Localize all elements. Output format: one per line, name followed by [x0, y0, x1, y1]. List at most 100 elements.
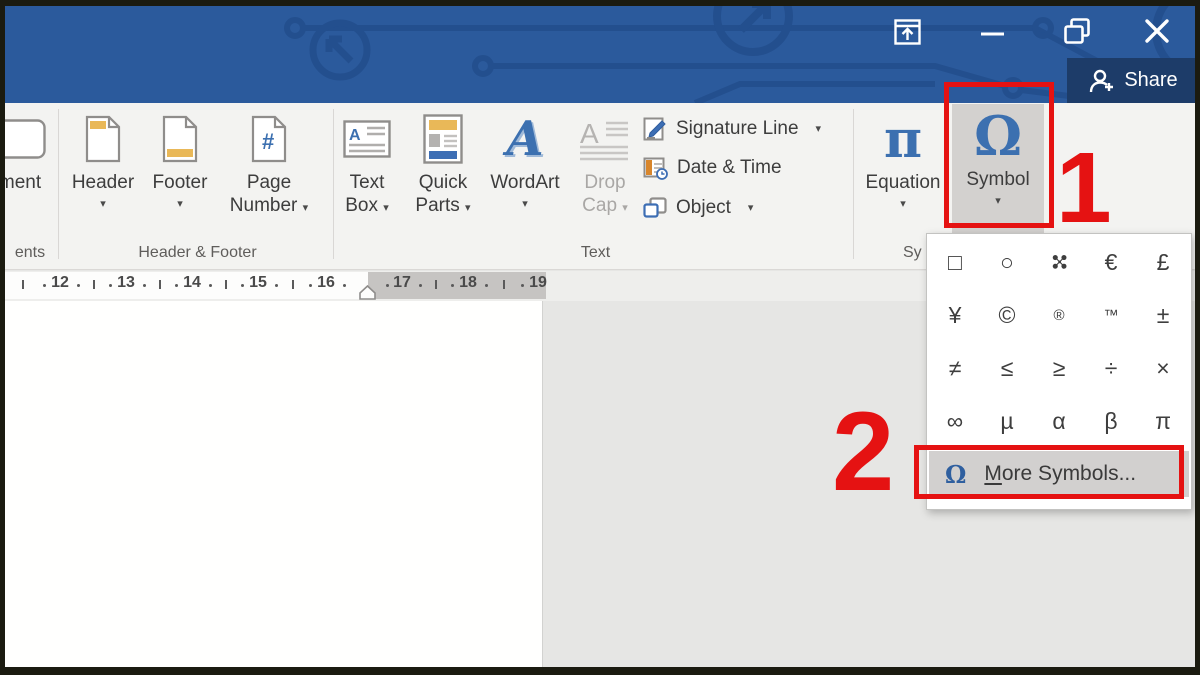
page-number-button[interactable]: # Page Number ▾ — [212, 107, 326, 239]
ruler-number: 16 — [317, 274, 335, 292]
ruler-tick — [435, 280, 437, 289]
ruler-number: 13 — [117, 274, 135, 292]
symbol-cell[interactable]: £ — [1137, 236, 1189, 289]
text-box-label-line1: Text — [350, 172, 385, 193]
header-footer-group-label: Header & Footer — [65, 244, 330, 262]
ruler-dot — [309, 284, 312, 287]
symbol-cell[interactable]: ∞ — [929, 395, 981, 448]
frame-right — [1195, 0, 1200, 675]
equation-label: Equation — [865, 172, 940, 193]
ruler-dot — [109, 284, 112, 287]
symbol-cell[interactable]: ™ — [1085, 289, 1137, 342]
symbol-cell[interactable]: α — [1033, 395, 1085, 448]
annotation-digit-step2: 2 — [832, 396, 894, 508]
drop-cap-label-line2: Cap — [582, 195, 617, 216]
ruler-dot — [386, 284, 389, 287]
date-time-button[interactable]: Date & Time — [643, 151, 782, 185]
footer-button[interactable]: Footer ▾ — [144, 107, 216, 239]
restore-button[interactable] — [1060, 15, 1094, 47]
footer-dropdown-arrow: ▾ — [177, 198, 183, 210]
signature-line-button[interactable]: Signature Line ▾ — [643, 112, 821, 146]
quick-parts-label-line2: Parts — [415, 195, 459, 216]
page-number-icon: # — [251, 115, 287, 163]
group-separator — [58, 109, 59, 259]
restore-icon — [1064, 18, 1091, 44]
symbol-cell[interactable]: □ — [929, 236, 981, 289]
minimize-button[interactable] — [975, 18, 1009, 50]
header-icon — [85, 115, 121, 163]
equation-dropdown-arrow: ▾ — [900, 198, 906, 210]
page-number-label-line2: Number — [230, 195, 298, 216]
ruler-dot — [485, 284, 488, 287]
symbol-cell[interactable]: ÷ — [1085, 342, 1137, 395]
symbol-cell[interactable]: ≥ — [1033, 342, 1085, 395]
minimize-icon — [981, 31, 1004, 37]
frame-top — [0, 0, 1200, 6]
object-button[interactable]: Object ▾ — [643, 191, 753, 225]
close-icon — [1144, 18, 1170, 44]
ruler-number: 15 — [249, 274, 267, 292]
comment-button-label: ment — [0, 172, 41, 193]
symbol-cell[interactable]: ± — [1137, 289, 1189, 342]
symbol-cell[interactable]: × — [1137, 342, 1189, 395]
symbol-cell[interactable]: β — [1085, 395, 1137, 448]
text-box-icon: A — [343, 120, 391, 158]
ruler-dot — [175, 284, 178, 287]
symbol-cell[interactable]: ¥ — [929, 289, 981, 342]
svg-text:A: A — [580, 118, 599, 149]
object-label: Object — [676, 197, 731, 219]
drop-cap-label-line1: Drop — [584, 172, 625, 193]
signature-line-dropdown-arrow: ▾ — [816, 122, 822, 136]
frame-left — [0, 0, 5, 675]
ruler-dot — [521, 284, 524, 287]
comment-icon — [0, 119, 46, 159]
symbol-cell[interactable]: µ — [981, 395, 1033, 448]
signature-line-icon — [643, 117, 667, 141]
ruler-number: 12 — [51, 274, 69, 292]
quick-parts-icon — [423, 114, 463, 164]
ruler-dot — [343, 284, 346, 287]
drop-cap-dropdown-arrow: ▾ — [622, 202, 628, 214]
ruler-number: 17 — [393, 274, 411, 292]
wordart-label: WordArt — [490, 172, 559, 193]
text-box-dropdown-arrow: ▾ — [383, 202, 389, 214]
quick-parts-button[interactable]: Quick Parts ▾ — [405, 107, 481, 239]
symbol-cell[interactable]: π — [1137, 395, 1189, 448]
ruler-tick — [93, 280, 95, 289]
svg-text:#: # — [262, 129, 274, 154]
group-separator — [333, 109, 334, 259]
footer-label: Footer — [153, 172, 208, 193]
symbol-cell[interactable]: ≤ — [981, 342, 1033, 395]
equation-pi-icon: π — [884, 109, 922, 170]
ruler-tick — [22, 280, 24, 289]
drop-cap-button[interactable]: A Drop Cap ▾ — [570, 107, 640, 239]
share-person-icon — [1089, 69, 1115, 93]
page-number-label-line1: Page — [247, 172, 291, 193]
ruler-number: 19 — [529, 274, 547, 292]
ribbon-display-options-button[interactable] — [890, 16, 924, 48]
comment-button-partial[interactable]: ment — [0, 107, 53, 239]
equation-button[interactable]: π Equation ▾ — [857, 107, 949, 239]
object-icon — [643, 197, 667, 219]
frame-bottom — [0, 667, 1200, 675]
ruler-number: 18 — [459, 274, 477, 292]
quick-parts-dropdown-arrow: ▾ — [465, 202, 471, 214]
word-window: Share ment Header ▾ — [0, 0, 1200, 675]
header-button[interactable]: Header ▾ — [67, 107, 139, 239]
footer-icon — [162, 115, 198, 163]
symbol-grid: □○✣€£¥©®™±≠≤≥÷×∞µαβπ — [929, 236, 1189, 448]
indent-marker[interactable] — [359, 285, 376, 300]
annotation-digit-step1: 1 — [1056, 138, 1112, 238]
wordart-icon: A — [506, 111, 543, 167]
symbol-cell[interactable]: ≠ — [929, 342, 981, 395]
ruler-dot — [143, 284, 146, 287]
drop-cap-icon: A — [580, 117, 630, 161]
symbol-cell[interactable]: © — [981, 289, 1033, 342]
wordart-button[interactable]: A WordArt ▾ — [482, 107, 568, 239]
text-box-button[interactable]: A Text Box ▾ — [336, 107, 398, 239]
document-page[interactable] — [5, 301, 543, 667]
close-button[interactable] — [1140, 15, 1174, 47]
comments-group-label-partial: ents — [5, 244, 55, 262]
page-number-dropdown-arrow: ▾ — [303, 202, 309, 214]
share-button[interactable]: Share — [1067, 58, 1195, 103]
